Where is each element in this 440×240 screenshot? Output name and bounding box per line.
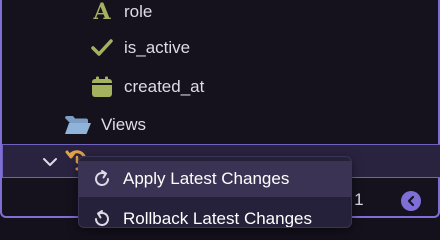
- apply-latest-changes-menu-item[interactable]: Apply Latest Changes: [79, 161, 351, 197]
- context-menu: Apply Latest Changes Rollback Latest Cha…: [78, 156, 352, 228]
- chevron-down-icon[interactable]: [41, 153, 59, 171]
- redo-icon: [91, 168, 113, 190]
- tree-item-views[interactable]: Views: [64, 113, 146, 137]
- tree-item-created-at[interactable]: created_at: [90, 75, 204, 99]
- folder-open-icon: [64, 113, 92, 137]
- tree-item-label: is_active: [124, 38, 191, 57]
- undo-icon: [91, 208, 113, 227]
- tree-item-role[interactable]: A role: [90, 0, 152, 24]
- rollback-latest-changes-menu-item[interactable]: Rollback Latest Changes: [79, 201, 351, 228]
- tree-item-label: created_at: [124, 77, 205, 96]
- menu-item-label: Apply Latest Changes: [123, 169, 290, 188]
- tree-item-label: Views: [101, 115, 147, 134]
- tree-item-label: role: [124, 2, 153, 21]
- calendar-icon: [90, 75, 114, 99]
- text-type-icon: A: [93, 0, 111, 25]
- checkmark-icon: [90, 36, 114, 60]
- collapse-panel-button[interactable]: [401, 191, 421, 211]
- tree-item-is-active[interactable]: is_active: [90, 36, 190, 60]
- menu-item-label: Rollback Latest Changes: [123, 209, 313, 228]
- chevron-left-icon: [407, 195, 415, 207]
